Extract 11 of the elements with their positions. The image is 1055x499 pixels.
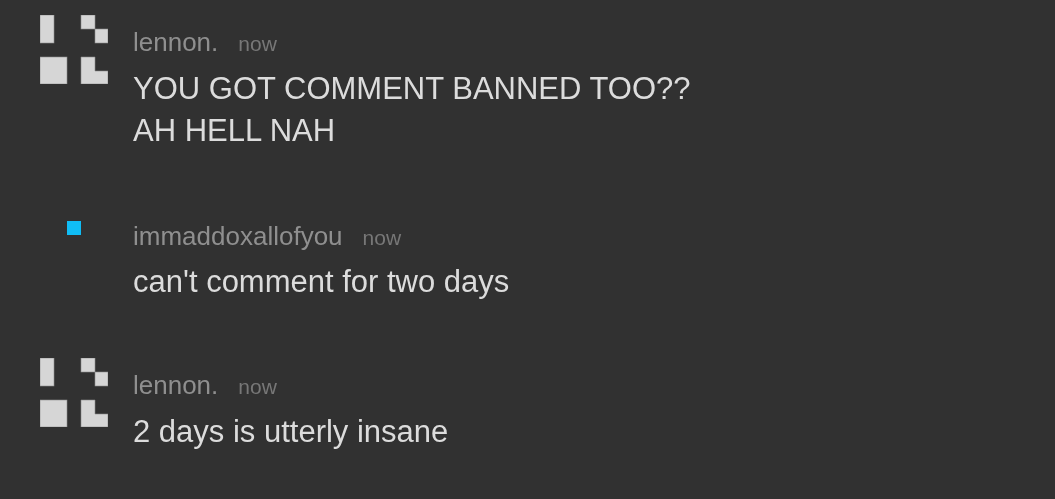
timestamp: now [238,374,277,400]
username[interactable]: immaddoxallofyou [133,218,343,253]
block-avatar-icon [40,15,108,84]
comment-text: can't comment for two days [133,263,511,301]
comment-text: 2 days is utterly insane [133,412,450,451]
block-avatar-icon [40,358,108,427]
comment-text: YOU GOT COMMENT BANNED TOO?? AH HELL NAH [133,69,692,150]
username[interactable]: lennon. [133,368,219,402]
username[interactable]: lennon. [133,25,219,59]
timestamp: now [362,224,402,251]
timestamp: now [238,31,277,57]
